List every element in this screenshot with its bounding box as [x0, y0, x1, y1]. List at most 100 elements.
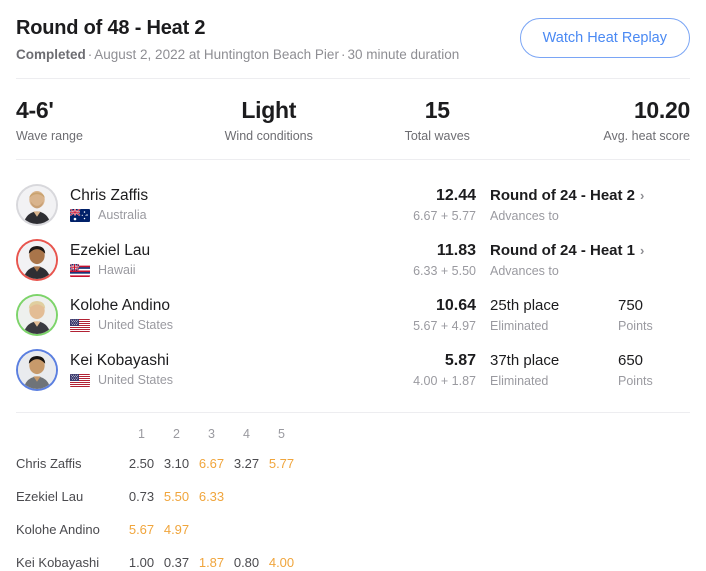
- points-label: Points: [618, 318, 653, 333]
- points-column: 650 Points: [618, 351, 690, 389]
- surfer-results-list: Chris Zaffis Australia 12.44 6.67 + 5.77…: [0, 177, 706, 397]
- wave-score-cell: 5.67: [128, 522, 155, 537]
- wave-score-cell: 4.97: [163, 522, 190, 537]
- wave-table-row: Kei Kobayashi 1.00 0.37 1.87 0.80 4.00: [16, 546, 690, 571]
- result-subtitle: Eliminated: [490, 373, 549, 388]
- avatar-ring: [16, 238, 58, 281]
- surfer-name: Chris Zaffis: [70, 187, 149, 204]
- wave-score-cell: 6.33: [198, 489, 225, 504]
- wave-table-row: Chris Zaffis 2.50 3.10 6.67 3.27 5.77: [16, 447, 690, 480]
- surfer-name: Kei Kobayashi: [70, 352, 170, 369]
- avatar: [18, 350, 56, 389]
- score-breakdown: 5.67 + 4.97: [413, 318, 476, 333]
- avatar-ring: [16, 183, 58, 226]
- surfer-country: Hawaii: [70, 263, 384, 278]
- wave-row-spacer: [299, 546, 690, 571]
- stat-total-waves-label: Total waves: [404, 129, 470, 143]
- result-subtitle: Advances to: [490, 263, 559, 278]
- result-column[interactable]: Round of 24 - Heat 1 › Advances to: [476, 241, 644, 279]
- heat-duration: 30 minute duration: [347, 47, 460, 62]
- avatar-ring: [16, 293, 58, 336]
- stat-wave-range: 4-6' Wave range: [16, 97, 185, 144]
- surfer-info: Kolohe Andino United States: [70, 296, 384, 333]
- surfer-info: Chris Zaffis Australia: [70, 186, 384, 223]
- flag-united-states-icon: [70, 374, 90, 387]
- wave-table-header-row: 1 2 3 4 5: [16, 421, 690, 447]
- stat-wind-conditions-value: Light: [241, 97, 297, 123]
- table-row[interactable]: Kolohe Andino United States 10.64 5.67 +…: [16, 287, 690, 342]
- score-breakdown: 4.00 + 1.87: [413, 373, 476, 388]
- wave-score-cell: 0.80: [233, 555, 260, 570]
- table-row[interactable]: Ezekiel Lau Hawaii 11.83 6.33 + 5.50 Rou…: [16, 232, 690, 287]
- total-score: 11.83: [436, 241, 476, 259]
- points-value: 750: [618, 296, 644, 314]
- wave-table-row: Ezekiel Lau 0.73 5.50 6.33: [16, 480, 690, 513]
- surfer-country: United States: [70, 373, 384, 388]
- flag-united-states-icon: [70, 319, 90, 332]
- wave-score-cell: 0.37: [163, 555, 190, 570]
- result-title-text-wrap: 25th place: [490, 296, 618, 315]
- surfer-name: Kolohe Andino: [70, 297, 170, 314]
- wave-table-divider: [16, 412, 690, 413]
- score-column: 5.87 4.00 + 1.87: [384, 351, 476, 389]
- wave-table-corner: [16, 421, 124, 447]
- result-subtitle: Advances to: [490, 208, 559, 223]
- score-column: 11.83 6.33 + 5.50: [384, 241, 476, 279]
- score-breakdown: 6.33 + 5.50: [413, 263, 476, 278]
- heat-results-page: Round of 48 - Heat 2 Completed · August 2,…: [0, 0, 706, 571]
- wave-column-header-1: 1: [138, 427, 145, 441]
- avatar-photo-kolohe-andino: [18, 295, 56, 334]
- stat-wind-conditions-label: Wind conditions: [224, 129, 313, 143]
- wave-score-cell: 1.00: [128, 555, 155, 570]
- wave-score-cell: [264, 480, 299, 513]
- result-title-text-wrap: 37th place: [490, 351, 618, 370]
- result-title-link[interactable]: Round of 24 - Heat 1 ›: [490, 241, 644, 260]
- flag-australia-icon: [70, 209, 90, 222]
- wave-column-header-2: 2: [173, 427, 180, 441]
- surfer-country: United States: [70, 318, 384, 333]
- surfer-country-name: United States: [98, 318, 174, 332]
- points-column: [618, 258, 690, 262]
- stats-divider: [16, 159, 690, 160]
- wave-row-spacer: [299, 513, 690, 546]
- wave-table-row: Kolohe Andino 5.67 4.97: [16, 513, 690, 546]
- wave-table-spacer: [299, 421, 690, 447]
- flag-hawaii-icon: [70, 264, 90, 277]
- points-value: 650: [618, 351, 644, 369]
- heat-header: Round of 48 - Heat 2 Completed · August 2,…: [0, 0, 706, 63]
- result-column: 25th place Eliminated: [476, 296, 618, 334]
- page-title: Round of 48 - Heat 2: [16, 17, 206, 39]
- avatar-ring: [16, 348, 58, 391]
- score-column: 12.44 6.67 + 5.77: [384, 186, 476, 224]
- stat-avg-heat-score: 10.20 Avg. heat score: [522, 97, 690, 144]
- wave-score-cell: [264, 513, 299, 546]
- wave-score-cell: 0.73: [128, 489, 155, 504]
- avatar: [18, 185, 56, 224]
- stat-wave-range-value: 4-6': [16, 97, 54, 123]
- heat-meta: Completed · August 2, 2022 at Huntington B…: [16, 47, 459, 63]
- stat-wind-conditions: Light Wind conditions: [185, 97, 354, 144]
- wave-row-surfer-name: Kei Kobayashi: [16, 555, 100, 570]
- wave-score-cell: [194, 513, 229, 546]
- result-title-link[interactable]: Round of 24 - Heat 2 ›: [490, 186, 644, 205]
- result-column[interactable]: Round of 24 - Heat 2 › Advances to: [476, 186, 644, 224]
- wave-row-surfer-name: Ezekiel Lau: [16, 489, 84, 504]
- wave-score-cell: 1.87: [198, 555, 225, 570]
- total-score: 10.64: [435, 296, 476, 314]
- wave-score-cell: 6.67: [198, 456, 225, 471]
- table-row[interactable]: Kei Kobayashi United States 5.87 4.00 + …: [16, 342, 690, 397]
- avatar: [18, 240, 56, 279]
- heat-date-location: August 2, 2022 at Huntington Beach Pier: [94, 47, 339, 62]
- stat-avg-heat-score-label: Avg. heat score: [603, 129, 690, 143]
- chevron-right-icon: ›: [640, 242, 645, 258]
- wave-row-spacer: [299, 480, 690, 513]
- watch-heat-replay-button[interactable]: Watch Heat Replay: [519, 18, 690, 58]
- wave-score-cell: 3.10: [163, 456, 190, 471]
- result-title-text: 25th place: [490, 296, 560, 314]
- points-column: 750 Points: [618, 296, 690, 334]
- total-score: 12.44: [435, 186, 476, 204]
- wave-score-cell: 5.77: [268, 456, 295, 471]
- wave-score-cell: 5.50: [163, 489, 190, 504]
- stat-avg-heat-score-value: 10.20: [633, 97, 690, 123]
- table-row[interactable]: Chris Zaffis Australia 12.44 6.67 + 5.77…: [16, 177, 690, 232]
